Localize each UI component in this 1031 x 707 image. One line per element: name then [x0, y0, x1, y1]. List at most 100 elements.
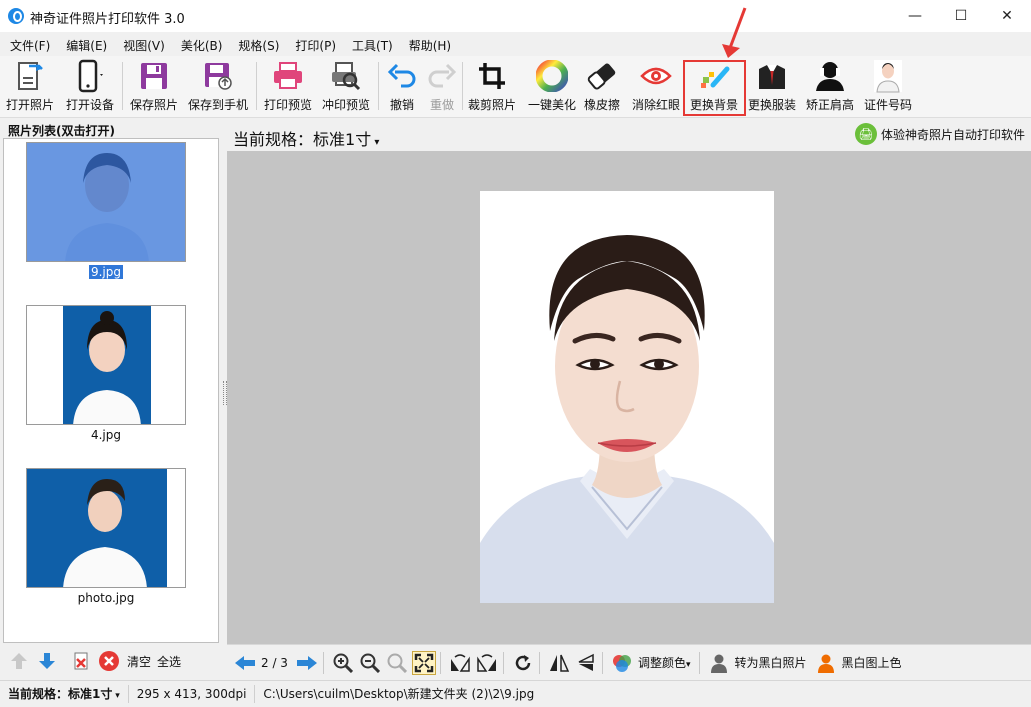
thumbnail-image[interactable] [26, 142, 186, 262]
refresh-icon[interactable] [511, 651, 535, 675]
spec-value: 标准1寸 [313, 130, 372, 149]
fix-shoulder-button[interactable]: 矫正肩高 [806, 58, 854, 114]
thumbnail-caption: 9.jpg [88, 265, 124, 279]
zoom-in-icon[interactable] [331, 651, 355, 675]
main-header: 当前规格：标准1寸 ▾ 🖨 体验神奇照片自动打印软件 [227, 119, 1031, 151]
menu-help[interactable]: 帮助(H) [399, 32, 457, 56]
crop-icon [474, 58, 510, 94]
thumbnail-image[interactable] [26, 305, 186, 425]
print-preview-button[interactable]: 打印预览 [264, 58, 312, 114]
move-up-icon[interactable] [7, 649, 31, 673]
open-photo-icon [12, 58, 48, 94]
image-tools-bar: 2 / 3 调整颜色▾ 转为黑白照片 黑白图上色 [227, 644, 1031, 680]
id-number-button[interactable]: 证件号码 [864, 58, 912, 114]
convert-bw-button[interactable]: 转为黑白照片 [735, 654, 807, 671]
try-auto-print-link[interactable]: 🖨 体验神奇照片自动打印软件 [854, 123, 1025, 145]
change-clothes-button[interactable]: 更换服装 [748, 58, 796, 114]
adjust-color-button[interactable]: 调整颜色▾ [638, 654, 691, 671]
save-to-phone-button[interactable]: 保存到手机 [188, 58, 248, 114]
status-file-path: C:\Users\cuilm\Desktop\新建文件夹 (2)\2\9.jpg [263, 687, 535, 701]
undo-button[interactable]: 撤销 [384, 58, 420, 114]
move-down-icon[interactable] [35, 649, 59, 673]
redo-icon [424, 58, 460, 94]
select-all-button[interactable]: 全选 [157, 653, 181, 670]
change-clothes-label: 更换服装 [748, 98, 797, 112]
toolbar-separator [462, 62, 463, 110]
current-photo[interactable] [480, 191, 774, 603]
maximize-button[interactable]: ☐ [938, 0, 984, 32]
gray-person-icon [707, 651, 731, 675]
minimize-button[interactable]: — [892, 0, 938, 32]
menu-view[interactable]: 视图(V) [113, 32, 171, 56]
red-eye-label: 消除红眼 [632, 98, 681, 112]
save-to-phone-label: 保存到手机 [188, 98, 249, 112]
redo-button[interactable]: 重做 [424, 58, 460, 114]
next-arrow-icon[interactable] [295, 651, 319, 675]
remove-icon[interactable] [97, 649, 121, 673]
save-icon [136, 58, 172, 94]
print-preview-label: 打印预览 [264, 98, 313, 112]
save-photo-label: 保存照片 [130, 98, 179, 112]
menu-bar: 文件(F) 编辑(E) 视图(V) 美化(B) 规格(S) 打印(P) 工具(T… [0, 32, 1031, 56]
photo-canvas[interactable] [227, 151, 1031, 644]
red-eye-button[interactable]: 消除红眼 [632, 58, 680, 114]
rotate-right-icon[interactable] [475, 651, 499, 675]
thumbnail-caption: 4.jpg [90, 428, 122, 442]
eye-icon [638, 58, 674, 94]
menu-spec[interactable]: 规格(S) [228, 32, 285, 56]
title-bar: 神奇证件照片打印软件 3.0 — ☐ ✕ [0, 0, 1031, 32]
crop-button[interactable]: 裁剪照片 [468, 58, 516, 114]
previous-arrow-icon[interactable] [233, 651, 257, 675]
clear-button[interactable]: 清空 [127, 653, 151, 670]
eraser-icon [584, 58, 620, 94]
flip-horizontal-icon[interactable] [547, 651, 571, 675]
develop-preview-button[interactable]: 冲印预览 [322, 58, 370, 114]
eraser-button[interactable]: 橡皮擦 [584, 58, 620, 114]
photo-list[interactable]: 9.jpg 4.jpg photo.jpg [3, 138, 219, 643]
zoom-reset-icon[interactable] [385, 651, 409, 675]
menu-edit[interactable]: 编辑(E) [56, 32, 113, 56]
page-indicator: 2 / 3 [261, 655, 288, 670]
status-spec-selector[interactable]: 当前规格：标准1寸 ▾ [0, 685, 129, 703]
delete-file-icon[interactable] [69, 649, 93, 673]
list-item[interactable]: 4.jpg [26, 305, 186, 442]
zoom-out-icon[interactable] [358, 651, 382, 675]
spec-prefix: 当前规格： [233, 130, 314, 149]
thumbnail-caption: photo.jpg [77, 591, 135, 605]
list-item[interactable]: photo.jpg [26, 468, 186, 605]
separator [601, 651, 603, 674]
phone-icon [72, 58, 108, 94]
status-bar: 当前规格：标准1寸 ▾ 295 x 413, 300dpi C:\Users\c… [0, 680, 1031, 707]
save-photo-button[interactable]: 保存照片 [130, 58, 178, 114]
thumbnail-image[interactable] [26, 468, 186, 588]
menu-tools[interactable]: 工具(T) [342, 32, 399, 56]
spec-selector[interactable]: 当前规格：标准1寸 ▾ [233, 126, 379, 150]
photo-list-panel: 照片列表(双击打开) 9.jpg 4.jpg photo.jpg 清空 全选 [0, 119, 222, 680]
separator [439, 651, 441, 674]
list-item[interactable]: 9.jpg [26, 142, 186, 279]
photo-list-toolbar: 清空 全选 [3, 646, 219, 676]
color-circles-icon[interactable] [610, 651, 634, 675]
printer-badge-icon: 🖨 [854, 123, 877, 145]
eraser-label: 橡皮擦 [584, 98, 621, 112]
chevron-down-icon: ▾ [112, 691, 120, 701]
flip-vertical-icon[interactable] [574, 651, 598, 675]
menu-print[interactable]: 打印(P) [285, 32, 342, 56]
fit-to-window-icon[interactable] [411, 650, 436, 675]
menu-file[interactable]: 文件(F) [0, 32, 56, 56]
status-spec-prefix: 当前规格： [8, 687, 69, 701]
status-image-size: 295 x 413, 300dpi [129, 685, 256, 703]
rotate-left-icon[interactable] [448, 651, 472, 675]
red-arrow-icon [722, 7, 747, 58]
status-spec-value: 标准1寸 [68, 687, 113, 701]
auto-beautify-button[interactable]: 一键美化 [528, 58, 576, 114]
toolbar-separator [378, 62, 379, 110]
open-device-button[interactable]: 打开设备 [66, 58, 114, 114]
menu-beautify[interactable]: 美化(B) [171, 32, 229, 56]
open-photo-button[interactable]: 打开照片 [6, 58, 54, 114]
suit-icon [754, 58, 790, 94]
toolbar-separator [256, 62, 257, 110]
colorize-bw-button[interactable]: 黑白图上色 [842, 654, 902, 671]
close-button[interactable]: ✕ [984, 0, 1030, 32]
photo-list-header: 照片列表(双击打开) [8, 124, 115, 138]
